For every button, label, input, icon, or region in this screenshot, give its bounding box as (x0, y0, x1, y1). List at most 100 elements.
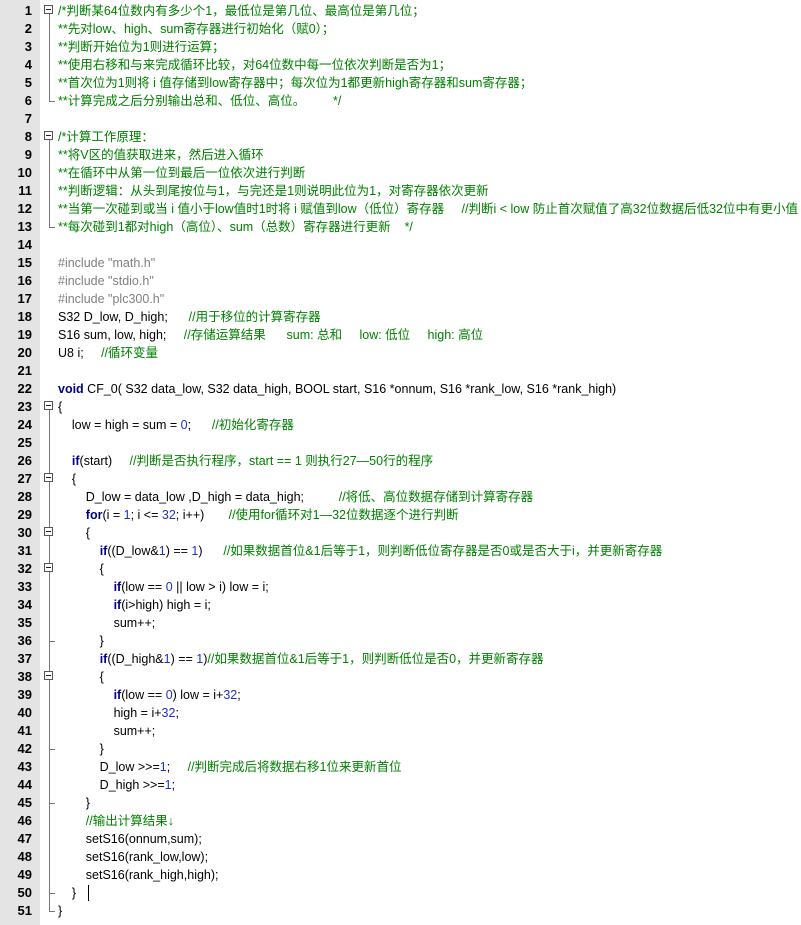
code-text[interactable]: { (58, 470, 76, 488)
code-line[interactable]: 36 } (0, 632, 801, 650)
code-line[interactable]: 16 #include "stdio.h" (0, 272, 801, 290)
code-editor[interactable]: 1 /*判断某64位数内有多少个1，最低位是第几位、最高位是第几位； 2 **先对lo… (0, 0, 801, 925)
code-line[interactable]: 24 low = high = sum = 0; //初始化寄存器 (0, 416, 801, 434)
code-text[interactable]: D_high >>=1; (58, 776, 175, 794)
code-text[interactable]: if((D_high&1) == 1)//如果数据首位&1后等于1，则判断低位是… (58, 650, 544, 668)
code-line[interactable]: 43 D_low >>=1; //判断完成后将数据右移1位来更新首位 (0, 758, 801, 776)
code-text[interactable]: **先对low、high、sum寄存器进行初始化（赋0）； (58, 20, 334, 38)
code-line[interactable]: 33 if(low == 0 || low > i) low = i; (0, 578, 801, 596)
code-line[interactable]: 7 (0, 110, 801, 128)
code-text[interactable]: S16 sum, low, high; //存储运算结果 sum: 总和 low… (58, 326, 483, 344)
code-text[interactable]: #include "stdio.h" (58, 272, 154, 290)
code-line[interactable]: 25 (0, 434, 801, 452)
code-line[interactable]: 38 { (0, 668, 801, 686)
code-line[interactable]: 20 U8 i; //循环变量 (0, 344, 801, 362)
code-text[interactable]: //输出计算结果↓ (58, 812, 174, 830)
code-line[interactable]: 32 { (0, 560, 801, 578)
collapse-fold-icon[interactable] (44, 131, 53, 140)
code-text[interactable]: low = high = sum = 0; //初始化寄存器 (58, 416, 294, 434)
code-text[interactable]: **将V区的值获取进来，然后进入循环 (58, 146, 264, 164)
code-text[interactable]: **每次碰到1都对high（高位）、sum（总数）寄存器进行更新 */ (58, 218, 413, 236)
code-line[interactable]: 51} (0, 902, 801, 920)
code-line[interactable]: 17 #include "plc300.h" (0, 290, 801, 308)
code-text[interactable]: } (58, 884, 76, 902)
code-text[interactable]: setS16(onnum,sum); (58, 830, 202, 848)
code-text[interactable]: setS16(rank_high,high); (58, 866, 219, 884)
code-text[interactable]: **判断开始位为1则进行运算； (58, 38, 225, 56)
code-text[interactable]: #include "math.h" (58, 254, 155, 272)
collapse-fold-icon[interactable] (44, 563, 53, 572)
code-text[interactable]: **判断逻辑：从头到尾按位与1，与完还是1则说明此位为1，对寄存器依次更新 (58, 182, 489, 200)
code-line[interactable]: 40 high = i+32; (0, 704, 801, 722)
code-line[interactable]: 47 setS16(onnum,sum); (0, 830, 801, 848)
collapse-fold-icon[interactable] (44, 401, 53, 410)
code-line[interactable]: 42 } (0, 740, 801, 758)
code-line[interactable]: 26 if(start) //判断是否执行程序，start == 1 则执行27… (0, 452, 801, 470)
collapse-fold-icon[interactable] (44, 527, 53, 536)
code-text[interactable]: if(low == 0) low = i+32; (58, 686, 241, 704)
code-line[interactable]: 29 for(i = 1; i <= 32; i++) //使用for循环对1—… (0, 506, 801, 524)
code-line[interactable]: 6 **计算完成之后分别输出总和、低位、高位。 */ (0, 92, 801, 110)
code-line[interactable]: 46 //输出计算结果↓ (0, 812, 801, 830)
code-text[interactable]: **首次位为1则将 i 值存储到low寄存器中；每次位为1都更新high寄存器和… (58, 74, 532, 92)
code-line[interactable]: 35 sum++; (0, 614, 801, 632)
code-text[interactable]: if(i>high) high = i; (58, 596, 211, 614)
code-line[interactable]: 11 **判断逻辑：从头到尾按位与1，与完还是1则说明此位为1，对寄存器依次更新 (0, 182, 801, 200)
code-text[interactable]: } (58, 794, 90, 812)
code-line[interactable]: 3 **判断开始位为1则进行运算； (0, 38, 801, 56)
collapse-fold-icon[interactable] (44, 671, 53, 680)
code-line[interactable]: 10 **在循环中从第一位到最后一位依次进行判断 (0, 164, 801, 182)
code-line[interactable]: 45 } (0, 794, 801, 812)
code-text[interactable]: /*计算工作原理： (58, 128, 154, 146)
code-text[interactable]: D_low = data_low ,D_high = data_high; //… (58, 488, 533, 506)
code-line[interactable]: 5 **首次位为1则将 i 值存储到low寄存器中；每次位为1都更新high寄存器… (0, 74, 801, 92)
code-line[interactable]: 1 /*判断某64位数内有多少个1，最低位是第几位、最高位是第几位； (0, 2, 801, 20)
code-text[interactable]: **使用右移和与来完成循环比较，对64位数中每一位依次判断是否为1； (58, 56, 451, 74)
code-line[interactable]: 28 D_low = data_low ,D_high = data_high;… (0, 488, 801, 506)
code-text[interactable]: #include "plc300.h" (58, 290, 164, 308)
code-text[interactable]: if(start) //判断是否执行程序，start == 1 则执行27—50… (58, 452, 433, 470)
code-line[interactable]: 19 S16 sum, low, high; //存储运算结果 sum: 总和 l… (0, 326, 801, 344)
code-text[interactable]: setS16(rank_low,low); (58, 848, 208, 866)
code-text[interactable]: high = i+32; (58, 704, 179, 722)
code-line[interactable]: 31 if((D_low&1) == 1) //如果数据首位&1后等于1，则判断… (0, 542, 801, 560)
code-line[interactable]: 9 **将V区的值获取进来，然后进入循环 (0, 146, 801, 164)
code-text[interactable]: { (58, 524, 90, 542)
code-text[interactable]: if((D_low&1) == 1) //如果数据首位&1后等于1，则判断低位寄… (58, 542, 663, 560)
code-line[interactable]: 4 **使用右移和与来完成循环比较，对64位数中每一位依次判断是否为1； (0, 56, 801, 74)
code-line[interactable]: 14 (0, 236, 801, 254)
code-text[interactable]: U8 i; //循环变量 (58, 344, 158, 362)
code-line[interactable]: 41 sum++; (0, 722, 801, 740)
code-line[interactable]: 48 setS16(rank_low,low); (0, 848, 801, 866)
code-text[interactable]: sum++; (58, 722, 156, 740)
code-line[interactable]: 27 { (0, 470, 801, 488)
code-line[interactable]: 49 setS16(rank_high,high); (0, 866, 801, 884)
code-text[interactable]: } (58, 902, 62, 920)
collapse-fold-icon[interactable] (44, 473, 53, 482)
code-text[interactable]: } (58, 632, 104, 650)
code-text[interactable]: **在循环中从第一位到最后一位依次进行判断 (58, 164, 305, 182)
code-text[interactable]: { (58, 560, 104, 578)
code-line[interactable]: 18 S32 D_low, D_high; //用于移位的计算寄存器 (0, 308, 801, 326)
code-line[interactable]: 2 **先对low、high、sum寄存器进行初始化（赋0）； (0, 20, 801, 38)
code-line[interactable]: 34 if(i>high) high = i; (0, 596, 801, 614)
code-line[interactable]: 44 D_high >>=1; (0, 776, 801, 794)
code-text[interactable]: D_low >>=1; //判断完成后将数据右移1位来更新首位 (58, 758, 402, 776)
code-text[interactable]: sum++; (58, 614, 156, 632)
code-line[interactable]: 15 #include "math.h" (0, 254, 801, 272)
code-line[interactable]: 50 } (0, 884, 801, 902)
code-text[interactable]: { (58, 668, 104, 686)
code-line[interactable]: 13 **每次碰到1都对high（高位）、sum（总数）寄存器进行更新 */ (0, 218, 801, 236)
code-text[interactable]: **计算完成之后分别输出总和、低位、高位。 */ (58, 92, 341, 110)
code-text[interactable]: } (58, 740, 104, 758)
collapse-fold-icon[interactable] (44, 5, 53, 14)
code-line[interactable]: 23 { (0, 398, 801, 416)
code-text[interactable]: if(low == 0 || low > i) low = i; (58, 578, 269, 596)
code-line[interactable]: 39 if(low == 0) low = i+32; (0, 686, 801, 704)
code-text[interactable]: **当第一次碰到或当 i 值小于low值时1时将 i 赋值到low（低位）寄存器… (58, 200, 798, 218)
code-line[interactable]: 22 void CF_0( S32 data_low, S32 data_high… (0, 380, 801, 398)
code-text[interactable]: for(i = 1; i <= 32; i++) //使用for循环对1—32位… (58, 506, 459, 524)
code-line[interactable]: 30 { (0, 524, 801, 542)
code-line[interactable]: 37 if((D_high&1) == 1)//如果数据首位&1后等于1，则判断… (0, 650, 801, 668)
code-line[interactable]: 8 /*计算工作原理： (0, 128, 801, 146)
